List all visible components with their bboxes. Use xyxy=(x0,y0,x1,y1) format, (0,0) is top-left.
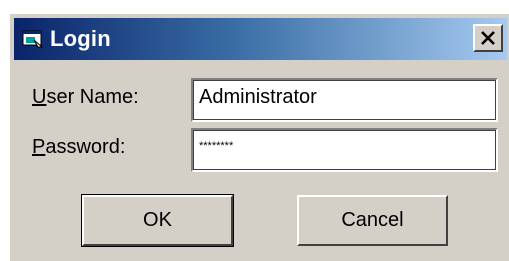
password-input[interactable]: ******** xyxy=(191,128,498,172)
window-app-icon xyxy=(22,29,44,49)
password-label-text: assword: xyxy=(45,136,126,158)
cancel-button-label: Cancel xyxy=(341,209,404,231)
ok-button-label: OK xyxy=(143,209,172,231)
close-icon xyxy=(480,31,496,45)
user-name-label-mnemonic: U xyxy=(32,86,47,108)
title-bar[interactable]: Login xyxy=(14,18,507,60)
user-name-value: Administrator xyxy=(199,86,317,108)
ok-button[interactable]: OK xyxy=(81,194,234,247)
password-label-mnemonic: P xyxy=(32,136,46,158)
password-label: Password: xyxy=(32,135,125,159)
user-name-input[interactable]: Administrator xyxy=(191,78,498,122)
close-button[interactable] xyxy=(473,24,503,52)
login-dialog: Login User Name: Administrator Password:… xyxy=(8,12,509,261)
window-title: Login xyxy=(50,26,111,51)
user-name-label: User Name: xyxy=(32,85,139,109)
user-name-label-text: ser Name: xyxy=(46,86,139,108)
cancel-button[interactable]: Cancel xyxy=(297,195,448,246)
password-value: ******** xyxy=(199,140,234,152)
